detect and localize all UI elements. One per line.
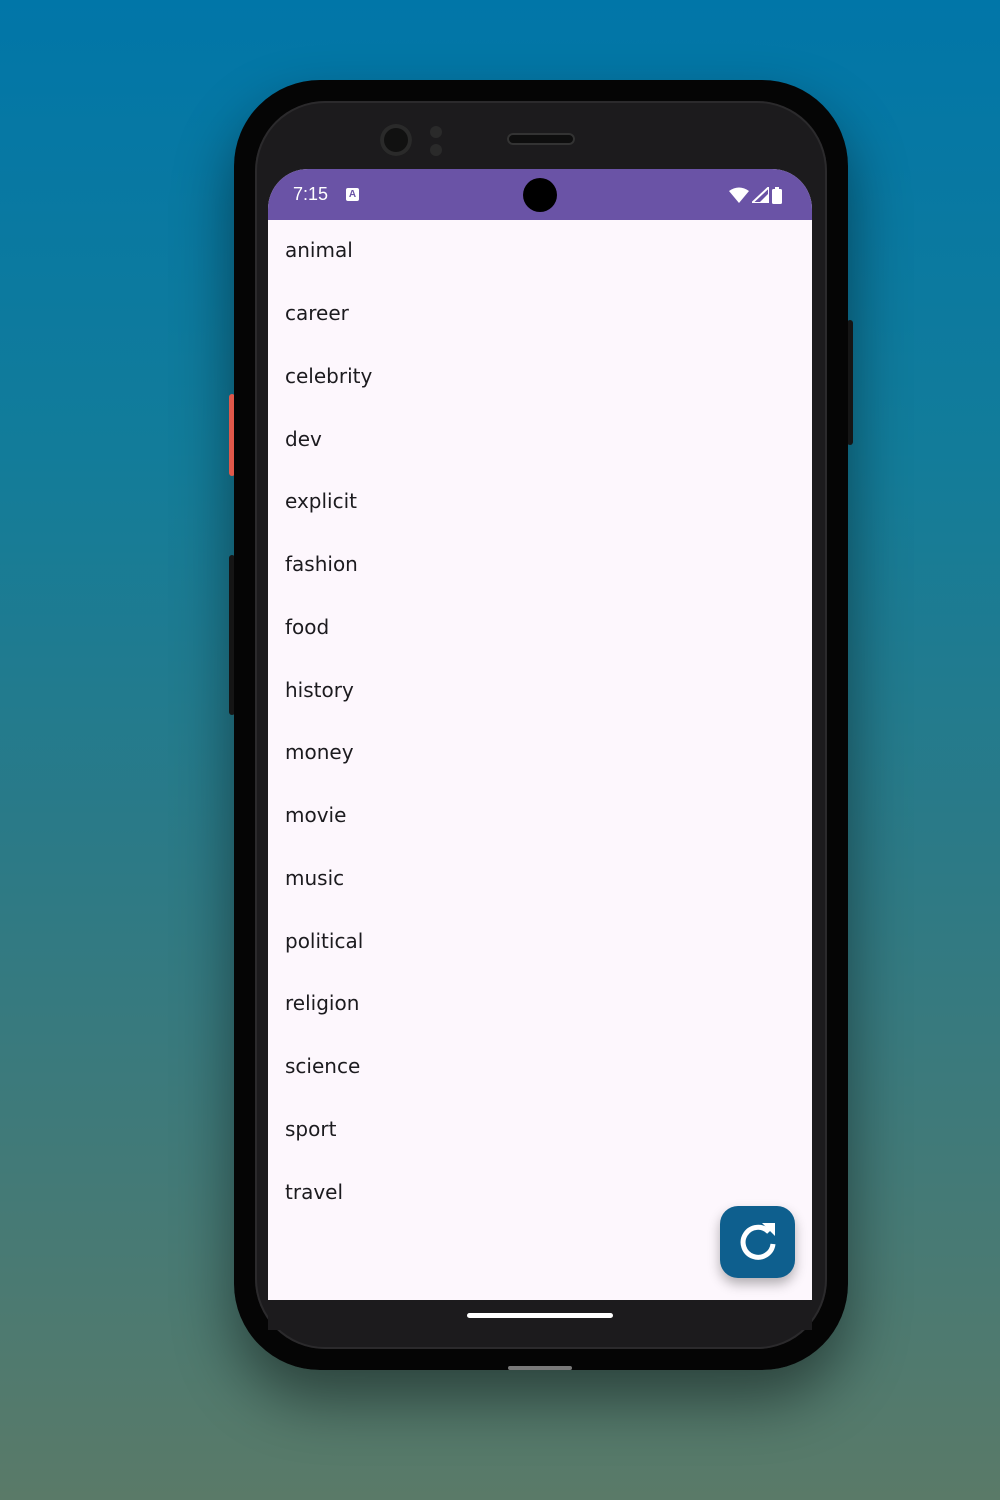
- list-item-fashion[interactable]: fashion: [268, 534, 812, 597]
- list-item-label: celebrity: [285, 363, 373, 388]
- list-item-label: history: [285, 677, 354, 702]
- list-item-food[interactable]: food: [268, 597, 812, 660]
- list-item-label: political: [285, 928, 364, 953]
- list-item-science[interactable]: science: [268, 1036, 812, 1099]
- list-item-dev[interactable]: dev: [268, 408, 812, 471]
- signal-icon: [752, 187, 769, 203]
- category-list: animal career celebrity dev explicit fas…: [268, 220, 812, 1224]
- list-item-label: explicit: [285, 489, 357, 514]
- list-item-label: movie: [285, 803, 347, 828]
- list-item-sport[interactable]: sport: [268, 1099, 812, 1162]
- notification-icon: A: [346, 188, 359, 201]
- wifi-icon: [729, 187, 749, 203]
- light-sensor: [430, 144, 442, 156]
- list-item-label: animal: [285, 238, 353, 263]
- list-item-explicit[interactable]: explicit: [268, 471, 812, 534]
- list-item-movie[interactable]: movie: [268, 785, 812, 848]
- front-camera: [380, 124, 412, 156]
- bottom-speaker: [508, 1366, 572, 1370]
- app-screen: 7:15 A animal career celebrity dev expli…: [268, 169, 812, 1300]
- list-item-music[interactable]: music: [268, 848, 812, 911]
- list-item-animal[interactable]: animal: [268, 220, 812, 283]
- list-item-political[interactable]: political: [268, 910, 812, 973]
- gesture-handle[interactable]: [467, 1313, 613, 1318]
- list-item-label: fashion: [285, 552, 358, 577]
- list-item-label: money: [285, 740, 354, 765]
- refresh-button[interactable]: [720, 1206, 795, 1278]
- list-item-label: career: [285, 301, 349, 326]
- list-item-label: dev: [285, 426, 322, 451]
- camera-punch-hole: [523, 178, 557, 212]
- list-item-history[interactable]: history: [268, 659, 812, 722]
- refresh-icon: [740, 1223, 775, 1260]
- proximity-sensor: [430, 126, 442, 138]
- list-item-celebrity[interactable]: celebrity: [268, 346, 812, 409]
- list-item-label: food: [285, 614, 330, 639]
- list-item-religion[interactable]: religion: [268, 973, 812, 1036]
- list-item-label: music: [285, 865, 345, 890]
- status-bar: 7:15 A: [268, 169, 812, 220]
- list-item-money[interactable]: money: [268, 722, 812, 785]
- list-item-label: science: [285, 1054, 361, 1079]
- earpiece-speaker: [507, 133, 575, 145]
- list-item-career[interactable]: career: [268, 283, 812, 346]
- status-time: 7:15: [293, 184, 329, 204]
- list-item-label: travel: [285, 1179, 344, 1204]
- battery-icon: [772, 186, 782, 204]
- list-item-label: religion: [285, 991, 360, 1016]
- list-item-label: sport: [285, 1116, 337, 1141]
- status-icons: [729, 185, 782, 205]
